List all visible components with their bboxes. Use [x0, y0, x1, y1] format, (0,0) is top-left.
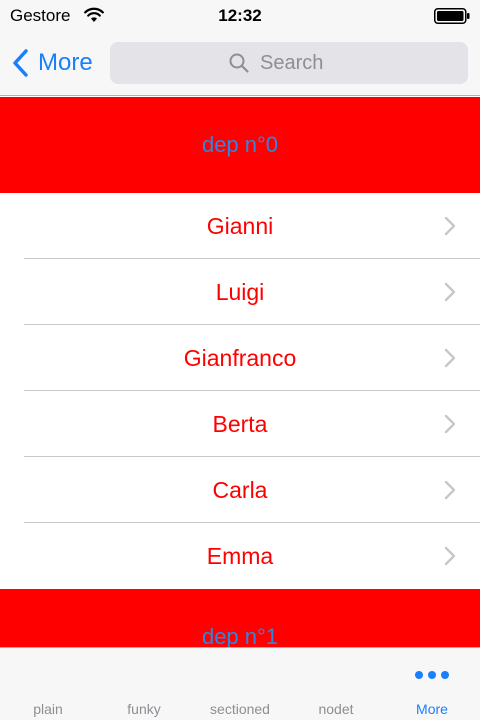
- row-label: Gianni: [206, 212, 274, 239]
- row-label: Luigi: [215, 278, 265, 305]
- tab-bar: plain funky sectioned nodet More: [0, 647, 480, 720]
- clock: 12:32: [218, 6, 262, 25]
- tab-funky[interactable]: funky: [96, 648, 192, 720]
- status-bar: Gestore 12:32: [0, 0, 480, 32]
- chevron-right-icon: [444, 414, 456, 434]
- section-header: dep n°1: [0, 589, 480, 647]
- search-icon: [229, 53, 249, 73]
- table-row[interactable]: Emma: [0, 523, 480, 589]
- tab-label: nodet: [318, 701, 354, 717]
- chevron-right-icon: [444, 546, 456, 566]
- tab-plain[interactable]: plain: [0, 648, 96, 720]
- table-row[interactable]: Gianni: [0, 193, 480, 259]
- tab-label: funky: [127, 701, 161, 717]
- section-header: dep n°0: [0, 97, 480, 193]
- table-row[interactable]: Gianfranco: [0, 325, 480, 391]
- tab-nodet[interactable]: nodet: [288, 648, 384, 720]
- chevron-right-icon: [444, 348, 456, 368]
- chevron-right-icon: [444, 216, 456, 236]
- row-label: Emma: [206, 542, 274, 569]
- battery-icon: [434, 8, 470, 24]
- tab-more[interactable]: More: [384, 648, 480, 720]
- row-label: Gianfranco: [183, 344, 297, 371]
- tab-label: More: [416, 701, 448, 717]
- back-button-label: More: [38, 49, 93, 76]
- tab-sectioned[interactable]: sectioned: [192, 648, 288, 720]
- chevron-left-icon: [13, 49, 28, 77]
- table-row[interactable]: Berta: [0, 391, 480, 457]
- navigation-bar: More: [0, 32, 480, 96]
- chevron-right-icon: [444, 480, 456, 500]
- chevron-right-icon: [444, 282, 456, 302]
- back-button[interactable]: More: [10, 46, 93, 80]
- row-label: Berta: [212, 410, 268, 437]
- search-field[interactable]: [110, 42, 468, 84]
- table-row[interactable]: Luigi: [0, 259, 480, 325]
- table-row[interactable]: Carla: [0, 457, 480, 523]
- tab-label: plain: [33, 701, 63, 717]
- tab-label: sectioned: [210, 701, 270, 717]
- table-view[interactable]: dep n°0 Gianni Luigi Gianfranco Berta Carla Em…: [0, 97, 480, 647]
- search-input[interactable]: [260, 51, 350, 75]
- row-label: Carla: [212, 476, 268, 503]
- more-icon: [415, 671, 449, 679]
